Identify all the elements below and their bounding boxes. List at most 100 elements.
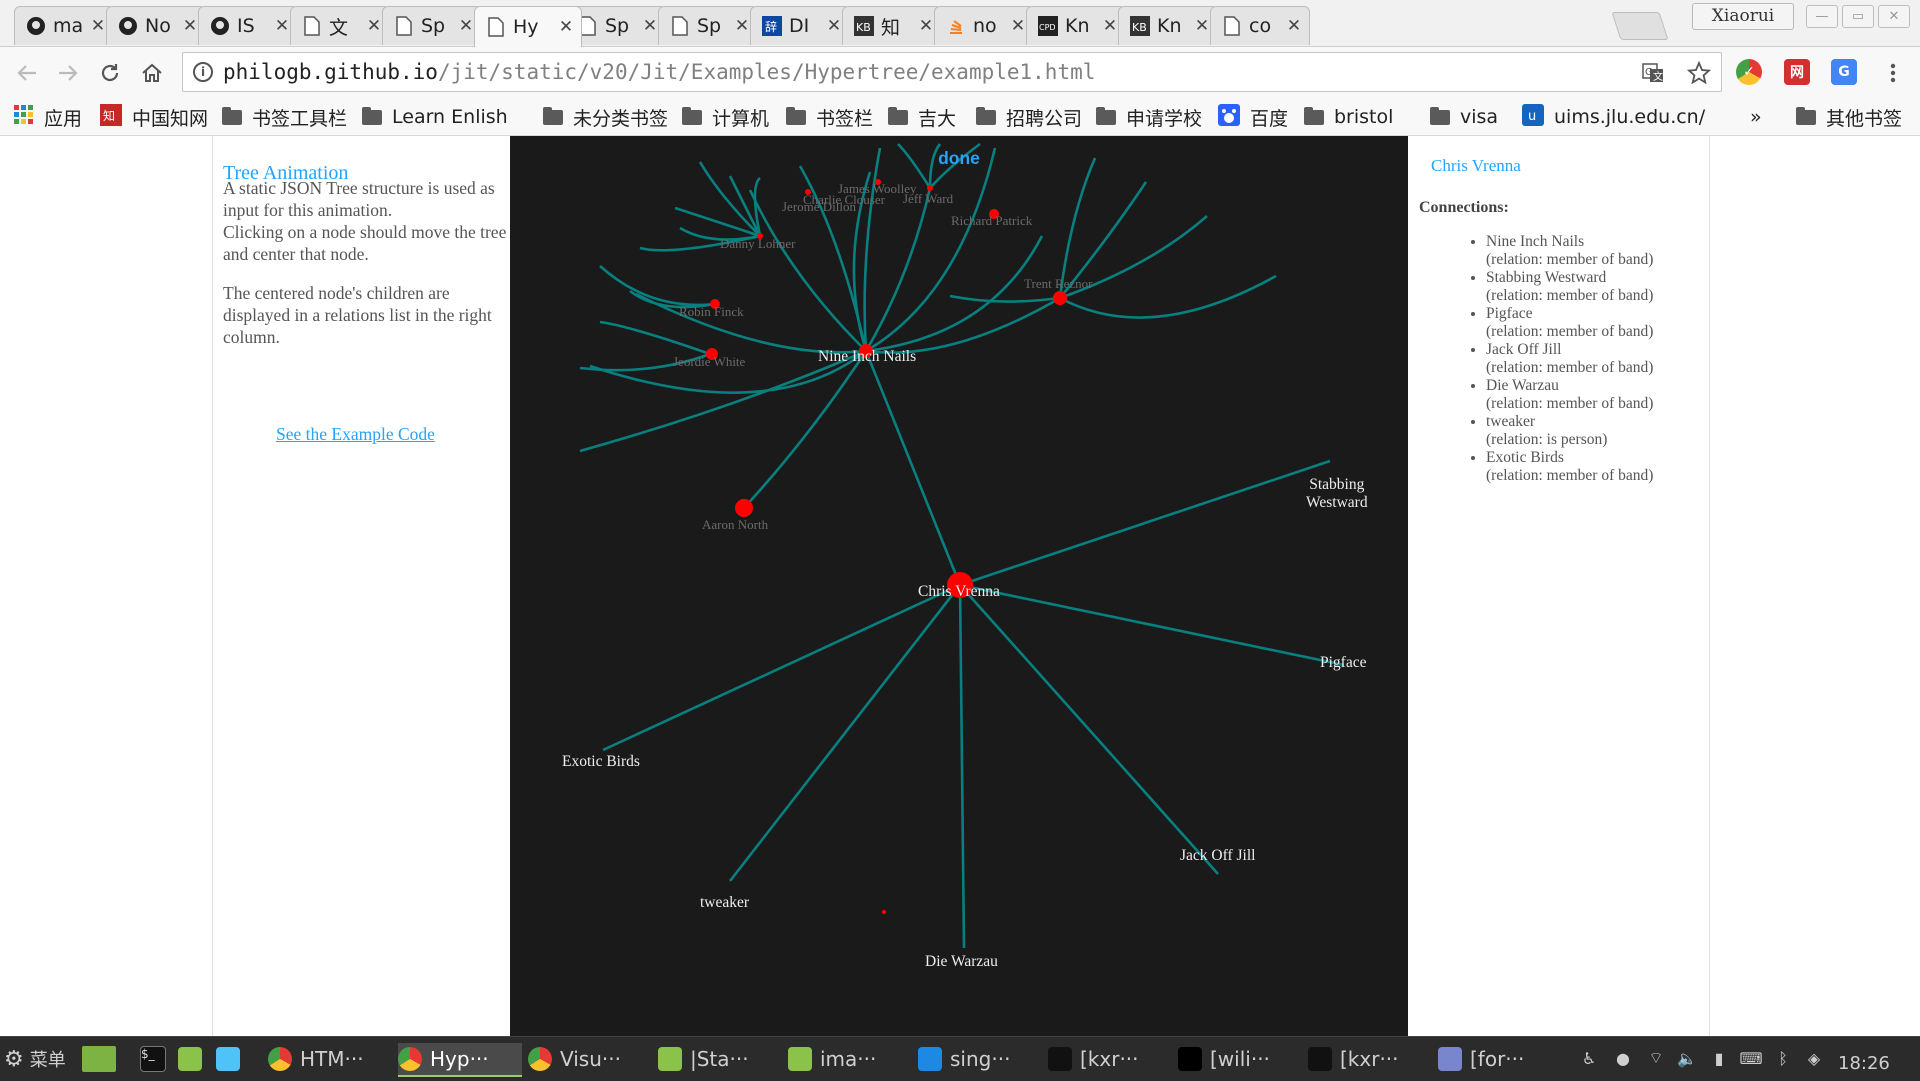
bookmark-item[interactable]: visa — [1430, 104, 1498, 130]
home-button[interactable] — [137, 58, 167, 88]
browser-tab[interactable]: no ✕ — [934, 6, 1034, 45]
bookmark-item[interactable]: 计算机 — [682, 104, 769, 130]
tab-close-icon[interactable]: ✕ — [641, 16, 659, 36]
tab-close-icon[interactable]: ✕ — [365, 16, 383, 36]
clock[interactable]: 18:26 — [1838, 1047, 1890, 1079]
tree-node[interactable] — [882, 910, 886, 914]
browser-tab[interactable]: ma ✕ — [14, 6, 114, 45]
reload-button[interactable] — [95, 58, 125, 88]
example-code-link[interactable]: See the Example Code — [276, 424, 435, 445]
tab-close-icon[interactable]: ✕ — [1193, 16, 1211, 36]
volume-icon[interactable]: 🔈 — [1676, 1047, 1698, 1069]
taskbar-window[interactable]: [wili··· — [1178, 1043, 1302, 1075]
launcher-files[interactable] — [178, 1043, 210, 1075]
other-bookmarks-folder[interactable]: 其他书签 — [1796, 104, 1902, 130]
tab-close-icon[interactable]: ✕ — [557, 17, 575, 37]
tab-close-icon[interactable]: ✕ — [457, 16, 475, 36]
node-label-die[interactable]: Die Warzau — [925, 953, 998, 971]
close-window-button[interactable]: ✕ — [1878, 5, 1910, 28]
site-info-icon[interactable]: i — [193, 62, 213, 82]
browser-tab[interactable]: CPD Kn ✕ — [1026, 6, 1126, 45]
browser-tab[interactable]: IS ✕ — [198, 6, 298, 45]
taskbar-window[interactable]: Hyp··· — [398, 1043, 522, 1077]
browser-tab[interactable]: KB Kn ✕ — [1118, 6, 1218, 45]
bookmark-item[interactable]: 百度 — [1218, 103, 1288, 130]
chrome-extension-icon[interactable]: ✓ — [1736, 59, 1762, 85]
browser-tab[interactable]: 辞 DI ✕ — [750, 6, 850, 45]
node-label-aaron[interactable]: Aaron North — [702, 517, 768, 533]
bookmark-item[interactable]: 书签工具栏 — [222, 104, 347, 130]
browser-tab[interactable]: KB 知 ✕ — [842, 6, 942, 45]
taskbar-window[interactable]: Visu··· — [528, 1043, 652, 1075]
tab-close-icon[interactable]: ✕ — [917, 16, 935, 36]
bookmark-item[interactable]: bristol — [1304, 104, 1393, 130]
taskbar-window[interactable]: sing··· — [918, 1043, 1042, 1075]
bookmark-item[interactable]: 申请学校 — [1096, 104, 1202, 130]
minimize-button[interactable]: — — [1806, 5, 1838, 28]
node-label-stabbing[interactable]: Stabbing Westward — [1306, 476, 1368, 512]
bookmark-item[interactable]: 应用 — [14, 104, 82, 130]
tab-close-icon[interactable]: ✕ — [273, 16, 291, 36]
profile-button[interactable]: Xiaorui — [1692, 3, 1794, 30]
tab-close-icon[interactable]: ✕ — [825, 16, 843, 36]
bluetooth-icon[interactable]: ᛒ — [1772, 1047, 1794, 1069]
tab-close-icon[interactable]: ✕ — [89, 16, 107, 36]
wifi-icon[interactable]: ⌔ — [1645, 1047, 1667, 1069]
launcher-app[interactable] — [216, 1043, 248, 1075]
node-label-jackoff[interactable]: Jack Off Jill — [1180, 847, 1255, 865]
taskbar-window[interactable]: [kxr··· — [1048, 1043, 1172, 1075]
tree-node[interactable] — [735, 499, 753, 517]
taskbar-window[interactable]: [kxr··· — [1308, 1043, 1432, 1075]
browser-tab[interactable]: No ✕ — [106, 6, 206, 45]
taskbar-window[interactable]: HTM··· — [268, 1043, 392, 1075]
node-label-robin[interactable]: Robin Finck — [679, 304, 744, 320]
browser-tab[interactable]: co ✕ — [1210, 6, 1310, 45]
start-menu-button[interactable]: ⚙ 菜单 — [4, 1043, 66, 1075]
tab-close-icon[interactable]: ✕ — [1009, 16, 1027, 36]
red-extension-icon[interactable]: 网 — [1784, 59, 1810, 85]
browser-tab[interactable]: Sp ✕ — [658, 6, 758, 45]
url-text[interactable]: philogb.github.io/jit/static/v20/Jit/Exa… — [223, 60, 1095, 84]
back-button[interactable] — [12, 58, 42, 88]
bookmark-item[interactable]: 知 中国知网 — [100, 103, 208, 130]
launcher-terminal[interactable]: $_ — [140, 1043, 174, 1075]
tree-node[interactable] — [1053, 291, 1067, 305]
accessibility-icon[interactable]: ♿ — [1578, 1047, 1600, 1069]
browser-tab[interactable]: Hy ✕ — [474, 6, 582, 47]
address-bar[interactable]: i philogb.github.io/jit/static/v20/Jit/E… — [182, 52, 1722, 92]
bookmarks-overflow-button[interactable]: » — [1750, 104, 1762, 130]
bookmark-item[interactable]: 吉大 — [888, 104, 956, 130]
tab-close-icon[interactable]: ✕ — [1101, 16, 1119, 36]
tab-close-icon[interactable]: ✕ — [1285, 16, 1303, 36]
forward-button[interactable] — [53, 58, 83, 88]
tab-close-icon[interactable]: ✕ — [181, 16, 199, 36]
tab-close-icon[interactable]: ✕ — [733, 16, 751, 36]
user-icon[interactable]: ● — [1612, 1047, 1634, 1069]
bookmark-item[interactable]: Learn Enlish — [362, 104, 508, 130]
node-label-jeff[interactable]: Jeff Ward — [903, 191, 953, 207]
node-label-tweaker[interactable]: tweaker — [700, 894, 749, 912]
show-desktop-button[interactable] — [82, 1043, 124, 1075]
bookmark-item[interactable]: 招聘公司 — [976, 104, 1082, 130]
node-label-richard[interactable]: Richard Patrick — [951, 213, 1032, 229]
taskbar-window[interactable]: |Sta··· — [658, 1043, 782, 1075]
translate-icon[interactable]: G文 — [1641, 61, 1665, 85]
browser-tab[interactable]: 文 ✕ — [290, 6, 390, 45]
bookmark-item[interactable]: u uims.jlu.edu.cn/ — [1522, 103, 1705, 130]
taskbar-window[interactable]: ima··· — [788, 1043, 912, 1075]
hypertree-canvas[interactable]: done Chris Vrenna Nine Inch Nails Stabbing… — [510, 136, 1408, 1036]
node-label-danny[interactable]: Danny Lohner — [720, 236, 795, 252]
bookmark-item[interactable]: 未分类书签 — [543, 104, 668, 130]
shield-icon[interactable]: ◈ — [1803, 1047, 1825, 1069]
chrome-menu-button[interactable] — [1878, 58, 1908, 88]
bookmark-star-icon[interactable] — [1687, 61, 1711, 85]
node-label-pigface[interactable]: Pigface — [1320, 654, 1366, 672]
maximize-button[interactable]: ▭ — [1842, 5, 1874, 28]
new-tab-button[interactable] — [1611, 12, 1669, 40]
battery-icon[interactable]: ▮ — [1708, 1047, 1730, 1069]
node-label-chris[interactable]: Chris Vrenna — [918, 583, 1000, 601]
node-label-exotic[interactable]: Exotic Birds — [562, 753, 640, 771]
browser-tab[interactable]: Sp ✕ — [382, 6, 482, 45]
node-label-trent[interactable]: Trent Reznor — [1024, 276, 1093, 292]
bookmark-item[interactable]: 书签栏 — [786, 104, 873, 130]
